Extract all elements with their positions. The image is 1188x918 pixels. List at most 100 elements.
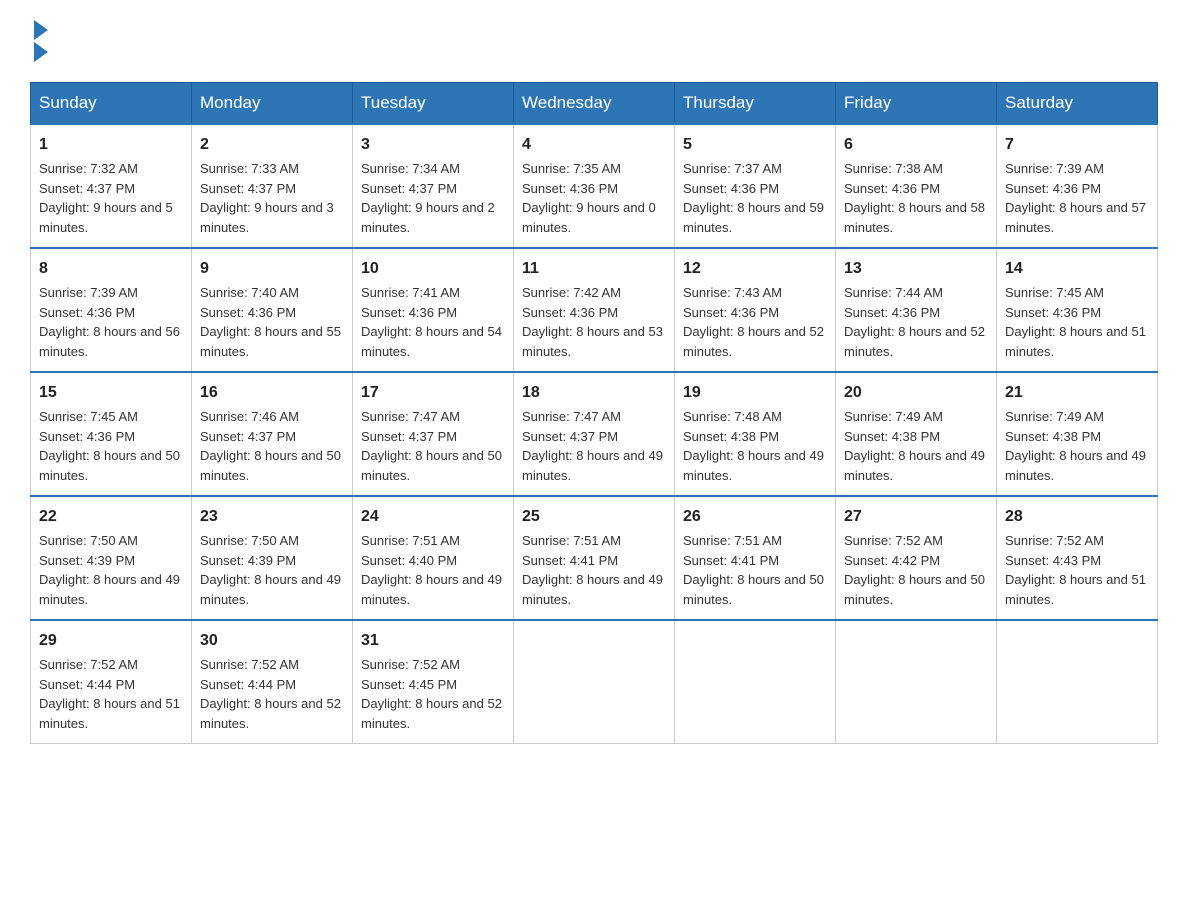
day-sunrise: Sunrise: 7:43 AM <box>683 285 782 300</box>
day-daylight: Daylight: 8 hours and 50 minutes. <box>844 572 985 607</box>
calendar-cell: 3 Sunrise: 7:34 AM Sunset: 4:37 PM Dayli… <box>353 124 514 248</box>
day-daylight: Daylight: 8 hours and 49 minutes. <box>844 448 985 483</box>
calendar-cell: 21 Sunrise: 7:49 AM Sunset: 4:38 PM Dayl… <box>997 372 1158 496</box>
day-sunrise: Sunrise: 7:35 AM <box>522 161 621 176</box>
day-sunset: Sunset: 4:39 PM <box>200 553 296 568</box>
day-daylight: Daylight: 8 hours and 57 minutes. <box>1005 200 1146 235</box>
weekday-header-row: SundayMondayTuesdayWednesdayThursdayFrid… <box>31 83 1158 125</box>
day-sunrise: Sunrise: 7:49 AM <box>1005 409 1104 424</box>
day-sunset: Sunset: 4:36 PM <box>844 305 940 320</box>
weekday-header-monday: Monday <box>192 83 353 125</box>
calendar-cell: 24 Sunrise: 7:51 AM Sunset: 4:40 PM Dayl… <box>353 496 514 620</box>
weekday-header-saturday: Saturday <box>997 83 1158 125</box>
day-number: 27 <box>844 505 988 529</box>
calendar-cell: 25 Sunrise: 7:51 AM Sunset: 4:41 PM Dayl… <box>514 496 675 620</box>
calendar-body: 1 Sunrise: 7:32 AM Sunset: 4:37 PM Dayli… <box>31 124 1158 744</box>
day-daylight: Daylight: 8 hours and 50 minutes. <box>361 448 502 483</box>
day-sunset: Sunset: 4:36 PM <box>522 305 618 320</box>
day-sunset: Sunset: 4:36 PM <box>200 305 296 320</box>
day-sunset: Sunset: 4:36 PM <box>522 181 618 196</box>
day-sunset: Sunset: 4:39 PM <box>39 553 135 568</box>
calendar-cell: 13 Sunrise: 7:44 AM Sunset: 4:36 PM Dayl… <box>836 248 997 372</box>
day-number: 7 <box>1005 133 1149 157</box>
calendar-week-row: 8 Sunrise: 7:39 AM Sunset: 4:36 PM Dayli… <box>31 248 1158 372</box>
day-sunset: Sunset: 4:38 PM <box>683 429 779 444</box>
day-daylight: Daylight: 8 hours and 49 minutes. <box>361 572 502 607</box>
calendar-cell: 4 Sunrise: 7:35 AM Sunset: 4:36 PM Dayli… <box>514 124 675 248</box>
day-number: 4 <box>522 133 666 157</box>
logo <box>30 20 48 62</box>
day-number: 10 <box>361 257 505 281</box>
day-daylight: Daylight: 9 hours and 2 minutes. <box>361 200 495 235</box>
calendar-cell <box>675 620 836 744</box>
calendar-header: SundayMondayTuesdayWednesdayThursdayFrid… <box>31 83 1158 125</box>
day-daylight: Daylight: 8 hours and 53 minutes. <box>522 324 663 359</box>
day-sunrise: Sunrise: 7:52 AM <box>844 533 943 548</box>
calendar-cell: 15 Sunrise: 7:45 AM Sunset: 4:36 PM Dayl… <box>31 372 192 496</box>
page-header <box>30 20 1158 62</box>
day-number: 12 <box>683 257 827 281</box>
day-sunrise: Sunrise: 7:38 AM <box>844 161 943 176</box>
day-daylight: Daylight: 8 hours and 51 minutes. <box>1005 324 1146 359</box>
day-number: 31 <box>361 629 505 653</box>
logo-arrow-bottom-icon <box>34 42 48 62</box>
day-sunrise: Sunrise: 7:40 AM <box>200 285 299 300</box>
day-daylight: Daylight: 8 hours and 52 minutes. <box>683 324 824 359</box>
day-sunset: Sunset: 4:36 PM <box>361 305 457 320</box>
calendar-week-row: 15 Sunrise: 7:45 AM Sunset: 4:36 PM Dayl… <box>31 372 1158 496</box>
day-number: 30 <box>200 629 344 653</box>
day-sunrise: Sunrise: 7:44 AM <box>844 285 943 300</box>
weekday-header-tuesday: Tuesday <box>353 83 514 125</box>
day-number: 25 <box>522 505 666 529</box>
day-number: 2 <box>200 133 344 157</box>
day-sunset: Sunset: 4:37 PM <box>522 429 618 444</box>
day-number: 14 <box>1005 257 1149 281</box>
day-daylight: Daylight: 8 hours and 50 minutes. <box>683 572 824 607</box>
weekday-header-sunday: Sunday <box>31 83 192 125</box>
day-sunrise: Sunrise: 7:50 AM <box>39 533 138 548</box>
day-sunset: Sunset: 4:37 PM <box>361 429 457 444</box>
day-daylight: Daylight: 8 hours and 49 minutes. <box>39 572 180 607</box>
day-number: 29 <box>39 629 183 653</box>
weekday-header-friday: Friday <box>836 83 997 125</box>
calendar-week-row: 1 Sunrise: 7:32 AM Sunset: 4:37 PM Dayli… <box>31 124 1158 248</box>
day-sunset: Sunset: 4:42 PM <box>844 553 940 568</box>
day-number: 19 <box>683 381 827 405</box>
day-sunset: Sunset: 4:37 PM <box>39 181 135 196</box>
calendar-week-row: 29 Sunrise: 7:52 AM Sunset: 4:44 PM Dayl… <box>31 620 1158 744</box>
day-daylight: Daylight: 9 hours and 5 minutes. <box>39 200 173 235</box>
day-daylight: Daylight: 8 hours and 58 minutes. <box>844 200 985 235</box>
day-sunrise: Sunrise: 7:32 AM <box>39 161 138 176</box>
day-sunset: Sunset: 4:36 PM <box>39 305 135 320</box>
day-sunrise: Sunrise: 7:48 AM <box>683 409 782 424</box>
day-sunrise: Sunrise: 7:39 AM <box>39 285 138 300</box>
calendar-cell: 26 Sunrise: 7:51 AM Sunset: 4:41 PM Dayl… <box>675 496 836 620</box>
day-sunset: Sunset: 4:37 PM <box>361 181 457 196</box>
calendar-cell: 20 Sunrise: 7:49 AM Sunset: 4:38 PM Dayl… <box>836 372 997 496</box>
day-daylight: Daylight: 8 hours and 49 minutes. <box>522 572 663 607</box>
day-number: 28 <box>1005 505 1149 529</box>
day-daylight: Daylight: 8 hours and 51 minutes. <box>1005 572 1146 607</box>
day-number: 6 <box>844 133 988 157</box>
day-sunrise: Sunrise: 7:46 AM <box>200 409 299 424</box>
calendar-cell: 6 Sunrise: 7:38 AM Sunset: 4:36 PM Dayli… <box>836 124 997 248</box>
day-number: 20 <box>844 381 988 405</box>
calendar-table: SundayMondayTuesdayWednesdayThursdayFrid… <box>30 82 1158 744</box>
day-sunset: Sunset: 4:36 PM <box>1005 181 1101 196</box>
day-sunset: Sunset: 4:38 PM <box>1005 429 1101 444</box>
day-sunrise: Sunrise: 7:52 AM <box>39 657 138 672</box>
day-sunset: Sunset: 4:38 PM <box>844 429 940 444</box>
calendar-cell: 17 Sunrise: 7:47 AM Sunset: 4:37 PM Dayl… <box>353 372 514 496</box>
day-number: 16 <box>200 381 344 405</box>
day-sunrise: Sunrise: 7:50 AM <box>200 533 299 548</box>
day-sunrise: Sunrise: 7:49 AM <box>844 409 943 424</box>
calendar-cell <box>836 620 997 744</box>
day-number: 9 <box>200 257 344 281</box>
day-daylight: Daylight: 8 hours and 52 minutes. <box>200 696 341 731</box>
day-number: 13 <box>844 257 988 281</box>
calendar-cell <box>514 620 675 744</box>
calendar-cell: 23 Sunrise: 7:50 AM Sunset: 4:39 PM Dayl… <box>192 496 353 620</box>
day-sunrise: Sunrise: 7:47 AM <box>522 409 621 424</box>
calendar-cell: 11 Sunrise: 7:42 AM Sunset: 4:36 PM Dayl… <box>514 248 675 372</box>
day-sunset: Sunset: 4:36 PM <box>1005 305 1101 320</box>
